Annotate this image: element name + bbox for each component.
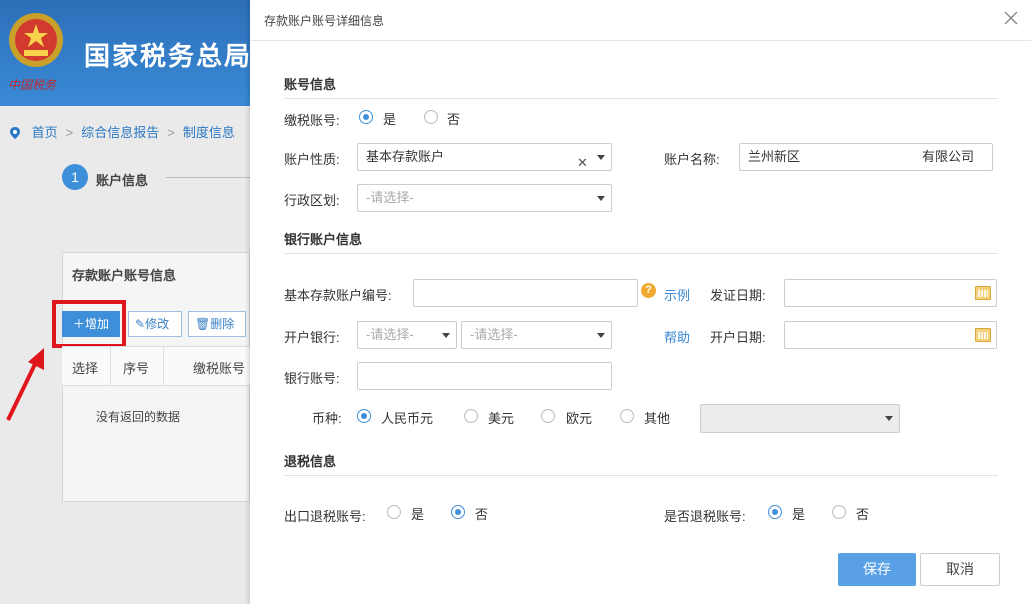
export-refund-yes-radio[interactable] <box>387 505 401 519</box>
question-icon[interactable]: ? <box>641 283 656 298</box>
is-refund-no-text: 否 <box>856 507 870 522</box>
basic-account-no-input[interactable] <box>413 279 638 307</box>
empty-table-message: 没有返回的数据 <box>96 410 181 424</box>
breadcrumb-system[interactable]: 制度信息 <box>183 125 235 140</box>
opening-bank-select-1[interactable]: -请选择- <box>357 321 457 349</box>
currency-cny-text: 人民币元 <box>381 411 434 426</box>
chevron-down-icon <box>597 333 605 338</box>
step-number: 1 <box>62 164 88 190</box>
column-select: 选择 <box>72 361 99 376</box>
issue-date-label: 发证日期: <box>710 288 766 303</box>
account-type-select[interactable]: 基本存款账户 ✕ <box>357 143 612 171</box>
calendar-icon[interactable] <box>975 286 991 300</box>
section-account: 账号信息 <box>284 77 337 92</box>
export-refund-label: 出口退税账号: <box>284 509 366 524</box>
currency-other-select[interactable] <box>700 404 900 433</box>
section-divider <box>284 253 998 254</box>
breadcrumb-separator: > <box>65 125 74 140</box>
step-connector <box>166 177 250 178</box>
chevron-down-icon <box>885 416 893 421</box>
column-divider <box>163 346 164 386</box>
column-tax-account: 缴税账号 <box>193 361 246 376</box>
chevron-down-icon <box>597 155 605 160</box>
modal-title: 存款账户账号详细信息 <box>264 14 385 28</box>
column-divider <box>110 346 111 386</box>
national-emblem-icon <box>9 13 63 67</box>
breadcrumb: 首页 > 综合信息报告 > 制度信息 <box>10 122 235 141</box>
is-refund-no-radio[interactable] <box>832 505 846 519</box>
opening-bank-select-2[interactable]: -请选择- <box>461 321 612 349</box>
bank-account-input[interactable] <box>357 362 612 390</box>
export-refund-no-radio[interactable] <box>451 505 465 519</box>
chevron-down-icon <box>442 333 450 338</box>
delete-button[interactable]: 🗑删除 <box>188 311 246 337</box>
tax-account-yes-text: 是 <box>383 112 397 127</box>
section-divider <box>284 98 998 99</box>
export-refund-yes-text: 是 <box>411 507 425 522</box>
open-date-input[interactable] <box>784 321 997 349</box>
breadcrumb-report[interactable]: 综合信息报告 <box>81 125 159 140</box>
example-link[interactable]: 示例 <box>664 285 690 304</box>
close-icon[interactable] <box>1003 10 1019 26</box>
bureau-title: 国家税务总局 <box>84 42 253 72</box>
basic-account-no-label: 基本存款账户编号: <box>284 288 392 303</box>
issue-date-input[interactable] <box>784 279 997 307</box>
section-divider <box>284 475 998 476</box>
export-refund-no-text: 否 <box>475 507 489 522</box>
admin-region-label: 行政区划: <box>284 193 340 208</box>
panel-title: 存款账户账号信息 <box>72 268 177 283</box>
currency-other-text: 其他 <box>644 411 671 426</box>
currency-label: 币种: <box>312 411 342 426</box>
bank-account-label: 银行账号: <box>284 371 340 386</box>
opening-bank-label: 开户银行: <box>284 330 340 345</box>
clear-icon[interactable]: ✕ <box>577 150 588 170</box>
currency-cny-radio[interactable] <box>357 409 371 423</box>
highlight-box <box>52 300 126 348</box>
currency-eur-radio[interactable] <box>541 409 555 423</box>
currency-eur-text: 欧元 <box>566 411 593 426</box>
calendar-icon[interactable] <box>975 328 991 342</box>
open-date-label: 开户日期: <box>710 330 766 345</box>
section-bank: 银行账户信息 <box>284 232 363 247</box>
account-name-suffix: 有限公司 <box>922 149 975 164</box>
emblem-caption: 中国税务 <box>8 78 57 92</box>
red-arrow-icon <box>6 348 44 421</box>
is-refund-label: 是否退税账号: <box>664 509 746 524</box>
account-name-label: 账户名称: <box>664 152 720 167</box>
modal-header-divider <box>250 40 1031 41</box>
cancel-button[interactable]: 取消 <box>920 553 1000 586</box>
breadcrumb-separator: > <box>167 125 175 140</box>
account-name-field[interactable]: 兰州新区 有限公司 <box>739 143 993 171</box>
tax-account-label: 缴税账号: <box>284 113 340 128</box>
currency-other-radio[interactable] <box>620 409 634 423</box>
tax-account-yes-radio[interactable] <box>359 110 373 124</box>
column-index: 序号 <box>123 361 150 376</box>
tax-account-no-text: 否 <box>447 112 461 127</box>
save-button[interactable]: 保存 <box>838 553 916 586</box>
is-refund-yes-radio[interactable] <box>768 505 782 519</box>
help-link[interactable]: 帮助 <box>664 327 690 346</box>
edit-button[interactable]: ✎修改 <box>128 311 182 337</box>
account-type-label: 账户性质: <box>284 152 340 167</box>
currency-usd-radio[interactable] <box>464 409 478 423</box>
is-refund-yes-text: 是 <box>792 507 806 522</box>
location-pin-icon <box>10 127 20 139</box>
step-label: 账户信息 <box>96 173 149 188</box>
currency-usd-text: 美元 <box>488 411 515 426</box>
tax-account-no-radio[interactable] <box>424 110 438 124</box>
section-refund: 退税信息 <box>284 454 337 469</box>
admin-region-select[interactable]: -请选择- <box>357 184 612 212</box>
breadcrumb-home[interactable]: 首页 <box>32 125 58 140</box>
chevron-down-icon <box>597 196 605 201</box>
